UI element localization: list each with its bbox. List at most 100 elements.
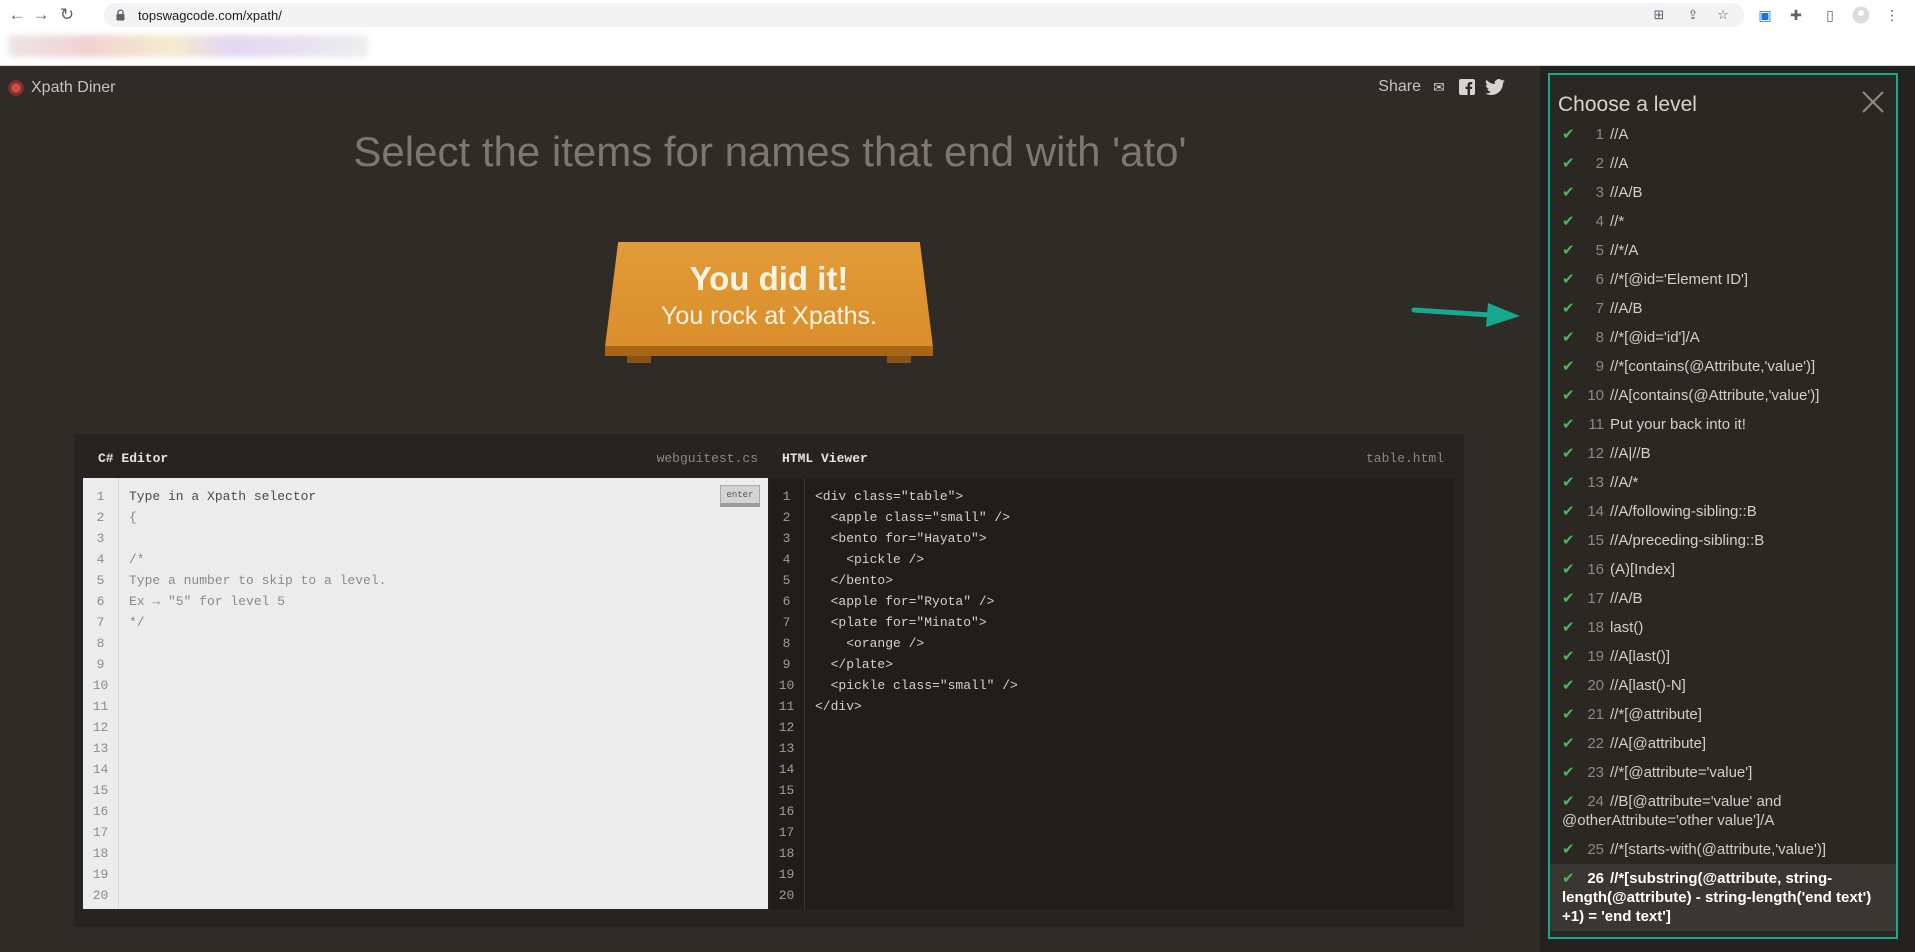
checkmark-icon: ✔ — [1562, 271, 1575, 288]
line-number: 14 — [778, 762, 795, 777]
checkmark-icon: ✔ — [1562, 503, 1575, 520]
level-item[interactable]: ✔ 20 //A[last()-N] — [1550, 671, 1896, 700]
zoom-icon[interactable]: ▣ — [1755, 5, 1775, 25]
line-number: 1 — [96, 489, 105, 504]
lock-icon[interactable] — [116, 9, 125, 21]
level-selector: //A/preceding-sibling::B — [1610, 532, 1765, 549]
level-item[interactable]: ✔ 21 //*[@attribute] — [1550, 700, 1896, 729]
level-item[interactable]: ✔ 12 //A|//B — [1550, 439, 1896, 468]
enter-button[interactable]: enter — [720, 485, 760, 507]
level-number: 7 — [1595, 300, 1604, 317]
level-item[interactable]: ✔ 25 //*[starts-with(@attribute,'value')] — [1550, 835, 1896, 864]
checkmark-icon: ✔ — [1562, 648, 1575, 665]
level-item[interactable]: ✔ 11 Put your back into it! — [1550, 410, 1896, 439]
bookmark-star-icon[interactable]: ☆ — [1714, 6, 1732, 24]
level-selector: //A[@attribute] — [1610, 735, 1707, 752]
translate-icon[interactable]: ⊞ — [1650, 6, 1668, 24]
line-number: 10 — [92, 678, 109, 693]
level-item[interactable]: ✔ 4 //* — [1550, 207, 1896, 236]
menu-icon[interactable]: ⋮ — [1882, 5, 1902, 25]
url-text[interactable]: topswagcode.com/xpath/ — [138, 8, 282, 23]
editor-code[interactable]: Type in a Xpath selector { /* Type a numbe… — [129, 486, 386, 633]
editor-wrapper: C# Editor webguitest.cs HTML Viewer tabl… — [74, 434, 1464, 927]
logo-text: Xpath Diner — [31, 79, 116, 96]
logo[interactable]: Xpath Diner — [8, 79, 116, 97]
level-item[interactable]: ✔ 16 (A)[Index] — [1550, 555, 1896, 584]
code-line: Type in a Xpath selector — [129, 489, 317, 504]
line-number: 17 — [92, 825, 109, 840]
level-item[interactable]: ✔ 18 last() — [1550, 613, 1896, 642]
level-item[interactable]: ✔ 22 //A[@attribute] — [1550, 729, 1896, 758]
line-number: 4 — [96, 552, 105, 567]
facebook-icon[interactable] — [1457, 78, 1477, 96]
level-item[interactable]: ✔ 26//*[substring(@attribute, string-leng… — [1550, 864, 1896, 931]
logo-icon — [8, 80, 24, 96]
line-number: 11 — [778, 699, 795, 714]
line-number: 11 — [92, 699, 109, 714]
level-number: 9 — [1595, 358, 1604, 375]
line-number: 2 — [96, 510, 105, 525]
checkmark-icon: ✔ — [1562, 126, 1575, 143]
level-number: 3 — [1595, 184, 1604, 201]
level-number: 13 — [1587, 474, 1604, 491]
code-line: </plate> — [815, 657, 894, 672]
level-number: 24 — [1587, 793, 1604, 810]
level-selector: //A/B — [1610, 300, 1643, 317]
level-item[interactable]: ✔ 8 //*[@id='id']/A — [1550, 323, 1896, 352]
level-item[interactable]: ✔ 24//B[@attribute='value' and @otherAttr… — [1550, 787, 1896, 835]
level-item[interactable]: ✔ 19 //A[last()] — [1550, 642, 1896, 671]
level-item[interactable]: ✔ 15 //A/preceding-sibling::B — [1550, 526, 1896, 555]
forward-icon[interactable]: → — [30, 4, 52, 26]
code-line: <bento for="Hayato"> — [815, 531, 987, 546]
level-item[interactable]: ✔ 14 //A/following-sibling::B — [1550, 497, 1896, 526]
level-item[interactable]: ✔ 17 //A/B — [1550, 584, 1896, 613]
level-item[interactable]: ✔ 7 //A/B — [1550, 294, 1896, 323]
level-item[interactable]: ✔ 6 //*[@id='Element ID'] — [1550, 265, 1896, 294]
level-selector: //A|//B — [1610, 445, 1651, 462]
level-item[interactable]: ✔ 9 //*[contains(@Attribute,'value')] — [1550, 352, 1896, 381]
checkmark-icon: ✔ — [1562, 590, 1575, 607]
line-number: 2 — [782, 510, 791, 525]
level-item[interactable]: ✔ 2 //A — [1550, 149, 1896, 178]
success-title: You did it! — [689, 260, 849, 297]
sidepanel-icon[interactable]: ▯ — [1820, 5, 1840, 25]
level-list: ✔ 1 //A ✔ 2 //A ✔ 3 //A/B ✔ 4 //* ✔ 5 //*/A ✔ 6 //*[@id='… — [1550, 120, 1896, 931]
checkmark-icon: ✔ — [1562, 841, 1575, 858]
level-panel-title: Choose a level — [1558, 93, 1697, 116]
level-item[interactable]: ✔ 23 //*[@attribute='value'] — [1550, 758, 1896, 787]
share-label: Share — [1378, 78, 1421, 95]
level-item[interactable]: ✔ 1 //A — [1550, 120, 1896, 149]
line-number: 7 — [782, 615, 791, 630]
code-line: <pickle /> — [815, 552, 925, 567]
checkmark-icon: ✔ — [1562, 387, 1575, 404]
share-bar: Share ✉ — [1378, 78, 1505, 96]
back-icon[interactable]: ← — [6, 4, 28, 26]
twitter-icon[interactable] — [1485, 78, 1505, 96]
code-line: </div> — [815, 699, 862, 714]
level-item[interactable]: ✔ 3 //A/B — [1550, 178, 1896, 207]
line-number: 13 — [92, 741, 109, 756]
blurred-bookmarks[interactable] — [8, 35, 368, 57]
share-icon[interactable]: ⇪ — [1684, 6, 1702, 24]
level-selector: //*[substring(@attribute, string-length(… — [1562, 870, 1872, 925]
xpath-editor[interactable]: 1 2 3 4 5 6 7 8 9 10 11 12 13 14 15 16 17 18 19 20 Type in … — [83, 478, 768, 909]
email-icon[interactable]: ✉ — [1429, 78, 1449, 96]
code-line: */ — [129, 615, 145, 630]
line-number: 20 — [92, 888, 109, 903]
checkmark-icon: ✔ — [1562, 300, 1575, 317]
game-area: Xpath Diner Share ✉ Select the items for… — [0, 66, 1540, 952]
close-icon[interactable] — [1860, 89, 1886, 115]
reload-icon[interactable]: ↻ — [56, 4, 78, 26]
code-line: <apple for="Ryota" /> — [815, 594, 995, 609]
address-bar[interactable]: topswagcode.com/xpath/ ⊞ ⇪ ☆ — [104, 3, 1744, 27]
level-number: 12 — [1587, 445, 1604, 462]
line-number: 8 — [782, 636, 791, 651]
line-number: 14 — [92, 762, 109, 777]
extensions-icon[interactable]: ✚ — [1786, 5, 1806, 25]
profile-icon[interactable] — [1851, 5, 1871, 25]
level-item[interactable]: ✔ 10 //A[contains(@Attribute,'value')] — [1550, 381, 1896, 410]
level-item[interactable]: ✔ 5 //*/A — [1550, 236, 1896, 265]
code-line: <plate for="Minato"> — [815, 615, 987, 630]
level-item[interactable]: ✔ 13 //A/* — [1550, 468, 1896, 497]
